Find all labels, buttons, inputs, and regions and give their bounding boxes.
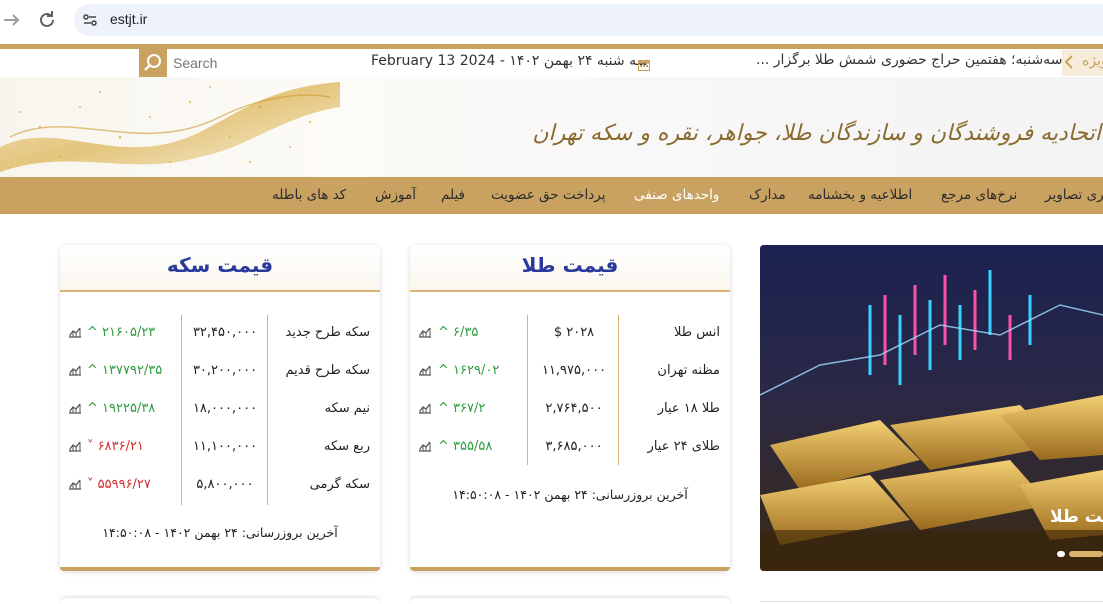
chart-icon[interactable]: [418, 402, 432, 414]
item-change: ۲۱۶۰۵/۲۳ ^: [87, 325, 156, 340]
menu-item-documents[interactable]: مدارک: [749, 187, 786, 203]
slider-dot-active[interactable]: [1069, 551, 1103, 557]
item-change: ۱۳۷۷۹۲/۳۵ ^: [87, 363, 163, 378]
item-name: ربع سکه: [324, 439, 370, 454]
item-change: ۱۹۲۲۵/۳۸ ^: [87, 401, 156, 416]
item-change: ۳۵۵/۵۸ ^: [438, 439, 493, 454]
item-price: ۳,۶۸۵,۰۰۰: [545, 439, 603, 454]
next-card-top: [60, 598, 380, 604]
table-row: مظنه تهران ۱۱,۹۷۵,۰۰۰ ۱۶۲۹/۰۲ ^: [410, 363, 730, 401]
item-change: ۱۶۲۹/۰۲ ^: [438, 363, 500, 378]
menu-item-trade-units[interactable]: واحدهای صنفی: [634, 187, 719, 203]
news-ticker-item[interactable]: سه‌شنبه؛ هفتمین حراج حضوری شمش طلا برگزا…: [756, 52, 1062, 68]
slider-caption[interactable]: قیمت طلا: [1050, 507, 1103, 527]
last-updated: آخرین بروزرسانی: ۲۴ بهمن ۱۴۰۲ - ۱۴:۵۰:۰۸: [102, 525, 338, 540]
item-price: ۲۰۲۸ $: [553, 325, 595, 340]
item-price: ۱۸,۰۰۰,۰۰۰: [192, 401, 258, 416]
menu-item-reference-rates[interactable]: نرخ‌های مرجع: [941, 187, 1017, 203]
next-card-top: [410, 598, 730, 604]
back-icon[interactable]: [0, 8, 24, 32]
item-name: سکه طرح جدید: [285, 325, 370, 340]
menu-item-film[interactable]: فیلم: [441, 187, 465, 203]
chart-icon[interactable]: [418, 326, 432, 338]
last-updated: آخرین بروزرسانی: ۲۴ بهمن ۱۴۰۲ - ۱۴:۵۰:۰۸: [452, 487, 688, 502]
menu-item-membership-fee[interactable]: پرداخت حق عضویت: [491, 187, 606, 203]
item-name: سکه گرمی: [309, 477, 370, 492]
current-date: سه شنبه ۲۴ بهمن ۱۴۰۲ - February 13 2024: [371, 53, 649, 69]
search-icon: [144, 54, 161, 71]
gold-swirl-image: [0, 82, 340, 172]
item-price: ۳۲,۴۵۰,۰۰۰: [192, 325, 258, 340]
chart-icon[interactable]: [418, 440, 432, 452]
item-name: نیم سکه: [324, 401, 370, 416]
calendar-icon: [638, 56, 650, 71]
item-price: ۱۱,۹۷۵,۰۰۰: [541, 363, 607, 378]
gold-card-title: قیمت طلا: [521, 253, 619, 277]
slider-dot[interactable]: [1057, 551, 1065, 557]
coin-card-header: قیمت سکه: [60, 245, 380, 292]
browser-toolbar: estjt.ir: [0, 0, 1103, 40]
chart-icon[interactable]: [68, 478, 82, 490]
search-button[interactable]: [139, 49, 167, 88]
reload-icon[interactable]: [35, 8, 59, 32]
address-bar[interactable]: estjt.ir: [74, 4, 1103, 36]
item-name: طلای ۲۴ عیار: [647, 439, 720, 454]
site-settings-icon[interactable]: [82, 12, 98, 28]
gold-card-header: قیمت طلا: [410, 245, 730, 292]
menu-item-education[interactable]: آموزش: [375, 187, 416, 203]
special-label: ویژه: [1082, 53, 1103, 69]
table-row: سکه طرح قدیم ۳۰,۲۰۰,۰۰۰ ۱۳۷۷۹۲/۳۵ ^: [60, 363, 380, 401]
table-row: سکه گرمی ۵,۸۰۰,۰۰۰ ۵۵۹۹۶/۲۷ ˅: [60, 477, 380, 515]
item-price: ۵,۸۰۰,۰۰۰: [196, 477, 254, 492]
header-banner: اتحادیه فروشندگان و سازندگان طلا، جواهر،…: [0, 77, 1103, 177]
card-bottom-border: [60, 567, 380, 571]
item-name: طلا ۱۸ عیار: [657, 401, 720, 416]
chart-icon[interactable]: [68, 326, 82, 338]
news-slider[interactable]: قیمت طلا: [760, 245, 1103, 571]
item-change: ۳۶۷/۲ ^: [438, 401, 486, 416]
item-change: ۶/۳۵ ^: [438, 325, 479, 340]
coin-price-card: قیمت سکه سکه طرح جدید ۳۲,۴۵۰,۰۰۰ ۲۱۶۰۵/۲…: [60, 245, 380, 571]
chart-icon[interactable]: [68, 364, 82, 376]
item-price: ۱۱,۱۰۰,۰۰۰: [192, 439, 258, 454]
item-name: سکه طرح قدیم: [285, 363, 370, 378]
main-menu: گالری تصاویر نرخ‌های مرجع اطلاعیه و بخشن…: [0, 177, 1103, 214]
item-price: ۲,۷۶۴,۵۰۰: [545, 401, 603, 416]
card-bottom-border: [410, 567, 730, 571]
item-price: ۳۰,۲۰۰,۰۰۰: [192, 363, 258, 378]
chart-icon[interactable]: [418, 364, 432, 376]
chevron-left-icon: [1064, 55, 1074, 73]
site-logo-text[interactable]: اتحادیه فروشندگان و سازندگان طلا، جواهر،…: [532, 121, 1101, 146]
chart-icon[interactable]: [68, 440, 82, 452]
coin-card-title: قیمت سکه: [166, 253, 274, 277]
search-input[interactable]: [171, 52, 325, 74]
table-row: طلای ۲۴ عیار ۳,۶۸۵,۰۰۰ ۳۵۵/۵۸ ^: [410, 439, 730, 477]
menu-item-gallery[interactable]: گالری تصاویر: [1045, 187, 1103, 203]
table-row: سکه طرح جدید ۳۲,۴۵۰,۰۰۰ ۲۱۶۰۵/۲۳ ^: [60, 325, 380, 363]
table-row: نیم سکه ۱۸,۰۰۰,۰۰۰ ۱۹۲۲۵/۳۸ ^: [60, 401, 380, 439]
table-row: ربع سکه ۱۱,۱۰۰,۰۰۰ ۶۸۳۶/۲۱ ˅: [60, 439, 380, 477]
item-name: انس طلا: [673, 325, 720, 340]
table-row: طلا ۱۸ عیار ۲,۷۶۴,۵۰۰ ۳۶۷/۲ ^: [410, 401, 730, 439]
item-name: مظنه تهران: [657, 363, 720, 378]
chart-icon[interactable]: [68, 402, 82, 414]
item-change: ۶۸۳۶/۲۱ ˅: [87, 439, 144, 454]
gold-price-card: قیمت طلا انس طلا ۲۰۲۸ $ ۶/۳۵ ^ مظنه تهرا…: [410, 245, 730, 571]
menu-item-announcements[interactable]: اطلاعیه و بخشنامه: [808, 187, 912, 203]
menu-item-void-codes[interactable]: کد های باطله: [272, 187, 346, 203]
table-row: انس طلا ۲۰۲۸ $ ۶/۳۵ ^: [410, 325, 730, 363]
divider: [760, 601, 1103, 602]
url-text[interactable]: estjt.ir: [110, 11, 147, 27]
item-change: ۵۵۹۹۶/۲۷ ˅: [87, 477, 151, 492]
